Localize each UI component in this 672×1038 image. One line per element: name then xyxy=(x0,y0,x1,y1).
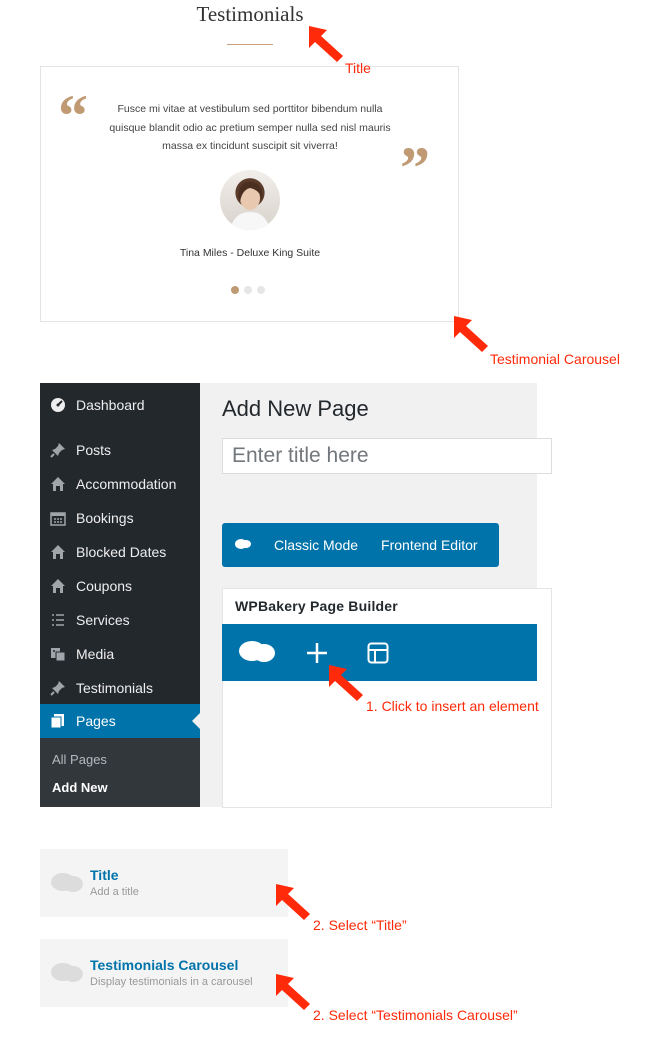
sidebar-item-accommodation[interactable]: Accommodation xyxy=(40,467,200,501)
dashboard-icon xyxy=(48,395,68,415)
annotation-title: Title xyxy=(345,60,371,76)
carousel-dot[interactable] xyxy=(231,286,239,294)
annotation-step1: 1. Click to insert an element xyxy=(366,698,539,714)
sidebar-item-bookings[interactable]: Bookings xyxy=(40,501,200,535)
annotation-step2-carousel: 2. Select “Testimonials Carousel” xyxy=(313,1007,518,1023)
annotation-arrow-icon xyxy=(309,26,343,62)
element-name: Testimonials Carousel xyxy=(90,957,239,973)
sidebar-item-label: Coupons xyxy=(76,578,133,594)
sidebar-item-label: Bookings xyxy=(76,510,134,526)
frontend-editor-button[interactable]: Frontend Editor xyxy=(381,537,478,553)
sidebar-item-label: Dashboard xyxy=(76,397,145,413)
sidebar-item-testimonials[interactable]: Testimonials xyxy=(40,671,200,705)
home-icon xyxy=(48,474,68,494)
sidebar-item-coupons[interactable]: Coupons xyxy=(40,569,200,603)
wpbakery-toolbar xyxy=(222,624,537,681)
wpbakery-logo-icon[interactable] xyxy=(238,640,276,664)
carousel-dot[interactable] xyxy=(257,286,265,294)
sidebar-item-label: Testimonials xyxy=(76,680,154,696)
add-element-icon[interactable] xyxy=(306,642,328,664)
templates-icon[interactable] xyxy=(367,642,389,664)
carousel-dot[interactable] xyxy=(244,286,252,294)
element-description: Add a title xyxy=(90,886,139,898)
page-title: Add New Page xyxy=(222,396,369,421)
pin-icon xyxy=(48,678,68,698)
classic-mode-button[interactable]: Classic Mode xyxy=(274,537,358,553)
annotation-arrow-icon xyxy=(329,665,363,701)
element-description: Display testimonials in a carousel xyxy=(90,976,253,988)
open-quote-icon: “ xyxy=(58,83,88,149)
annotation-arrow-icon xyxy=(276,974,310,1010)
element-name: Title xyxy=(90,867,119,883)
submenu-all-pages[interactable]: All Pages xyxy=(52,752,107,767)
sidebar-item-label: Blocked Dates xyxy=(76,544,167,560)
element-title-card[interactable]: Title Add a title xyxy=(40,849,288,917)
pin-icon xyxy=(48,440,68,460)
annotation-step2-title: 2. Select “Title” xyxy=(313,917,407,933)
sidebar-item-label: Media xyxy=(76,646,115,662)
home-icon xyxy=(48,542,68,562)
annotation-arrow-icon xyxy=(276,884,310,920)
media-icon xyxy=(48,644,68,664)
pages-submenu: All Pages Add New xyxy=(40,738,200,807)
sidebar-item-label: Posts xyxy=(76,442,112,458)
sidebar-item-dashboard[interactable]: Dashboard xyxy=(40,388,200,422)
wpbakery-mode-bar: Classic Mode Frontend Editor xyxy=(222,523,499,567)
calendar-icon xyxy=(48,508,68,528)
wpbakery-logo-icon[interactable] xyxy=(234,537,254,553)
title-underline xyxy=(227,44,273,45)
submenu-add-new[interactable]: Add New xyxy=(52,780,108,795)
sidebar-item-pages[interactable]: Pages xyxy=(40,704,200,738)
sidebar-item-posts[interactable]: Posts xyxy=(40,433,200,467)
close-quote-icon: ” xyxy=(400,135,430,201)
sidebar-item-label: Accommodation xyxy=(76,476,177,492)
element-testimonials-carousel-card[interactable]: Testimonials Carousel Display testimonia… xyxy=(40,939,288,1007)
testimonial-author: Tina Miles - Deluxe King Suite xyxy=(179,247,321,259)
annotation-carousel: Testimonial Carousel xyxy=(490,351,620,367)
carousel-dots[interactable] xyxy=(231,286,265,294)
wpbakery-panel-title: WPBakery Page Builder xyxy=(235,598,398,614)
testimonial-text: Fusce mi vitae at vestibulum sed porttit… xyxy=(109,103,391,152)
sidebar-item-media[interactable]: Media xyxy=(40,637,200,671)
active-indicator xyxy=(192,713,200,729)
home-icon xyxy=(48,576,68,596)
sidebar-item-services[interactable]: Services xyxy=(40,603,200,637)
post-title-input[interactable]: Enter title here xyxy=(222,438,552,474)
pages-icon xyxy=(48,711,68,731)
element-cloud-icon xyxy=(51,873,83,892)
element-cloud-icon xyxy=(51,963,83,982)
sidebar-item-blocked-dates[interactable]: Blocked Dates xyxy=(40,535,200,569)
list-icon xyxy=(48,610,68,630)
section-title: Testimonials xyxy=(196,2,304,26)
sidebar-item-label: Services xyxy=(76,612,130,628)
annotation-arrow-icon xyxy=(454,316,488,352)
sidebar-item-label: Pages xyxy=(76,713,116,729)
avatar xyxy=(220,170,280,230)
